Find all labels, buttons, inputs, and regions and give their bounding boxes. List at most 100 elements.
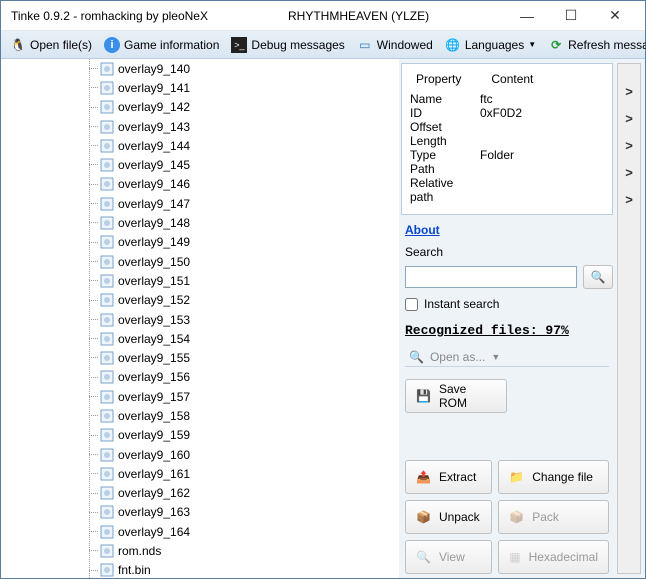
property-value: [480, 162, 604, 176]
property-row: Relative path: [410, 176, 604, 204]
open-as-button[interactable]: 🔍 Open as... ▼: [405, 346, 609, 367]
minimize-button[interactable]: —: [505, 2, 549, 30]
chevron-right-icon: >: [625, 138, 633, 153]
search-button[interactable]: 🔍: [583, 265, 613, 289]
file-icon: [99, 80, 115, 96]
tree-node[interactable]: overlay9_146: [81, 175, 399, 194]
globe-icon: 🌐: [445, 37, 461, 53]
file-icon: [99, 466, 115, 482]
property-row: Path: [410, 162, 604, 176]
tree-node[interactable]: overlay9_156: [81, 368, 399, 387]
tree-node[interactable]: overlay9_159: [81, 426, 399, 445]
tree-node[interactable]: overlay9_150: [81, 252, 399, 271]
property-row: Length: [410, 134, 604, 148]
magnifier-icon: 🔍: [409, 350, 424, 364]
search-label: Search: [401, 243, 613, 259]
about-link[interactable]: About: [401, 221, 613, 237]
file-icon: [99, 215, 115, 231]
chevron-right-icon: >: [625, 192, 633, 207]
tree-node-label: overlay9_162: [118, 486, 190, 500]
instant-search-checkbox[interactable]: [405, 298, 418, 311]
folder-icon: 📁: [509, 470, 524, 484]
tree-node[interactable]: overlay9_148: [81, 213, 399, 232]
property-key: Length: [410, 134, 480, 148]
chevron-right-icon: >: [625, 84, 633, 99]
search-input[interactable]: [405, 266, 577, 288]
tree-node[interactable]: overlay9_152: [81, 291, 399, 310]
tree-node[interactable]: overlay9_153: [81, 310, 399, 329]
game-info-button[interactable]: i Game information: [99, 35, 224, 55]
hex-button[interactable]: ▦ Hexadecimal: [498, 540, 609, 574]
tree-node[interactable]: overlay9_161: [81, 464, 399, 483]
change-file-button[interactable]: 📁 Change file: [498, 460, 609, 494]
maximize-button[interactable]: ☐: [549, 2, 593, 30]
tree-node[interactable]: overlay9_155: [81, 348, 399, 367]
property-key: Offset: [410, 120, 480, 134]
tree-node[interactable]: overlay9_149: [81, 233, 399, 252]
tree-node[interactable]: overlay9_147: [81, 194, 399, 213]
refresh-button[interactable]: ⟳ Refresh messages: [543, 35, 646, 55]
tree-node-label: overlay9_143: [118, 120, 190, 134]
tree-node-label: overlay9_146: [118, 177, 190, 191]
file-icon: [99, 350, 115, 366]
extract-button[interactable]: 📤 Extract: [405, 460, 492, 494]
tree-node[interactable]: overlay9_143: [81, 117, 399, 136]
tree-node[interactable]: overlay9_154: [81, 329, 399, 348]
windowed-button[interactable]: ▭ Windowed: [352, 35, 438, 55]
tree-node[interactable]: overlay9_163: [81, 503, 399, 522]
close-button[interactable]: ✕: [593, 2, 637, 30]
tree-node[interactable]: overlay9_160: [81, 445, 399, 464]
open-files-button[interactable]: 🐧 Open file(s): [5, 35, 97, 55]
tree-node-label: overlay9_161: [118, 467, 190, 481]
tree-node[interactable]: overlay9_162: [81, 484, 399, 503]
property-row: TypeFolder: [410, 148, 604, 162]
file-icon: [99, 408, 115, 424]
tree-node-label: overlay9_154: [118, 332, 190, 346]
extract-icon: 📤: [416, 470, 431, 484]
chevron-right-icon: >: [625, 165, 633, 180]
debug-button[interactable]: >_ Debug messages: [226, 35, 349, 55]
tree-node-label: overlay9_148: [118, 216, 190, 230]
property-value: Folder: [480, 148, 604, 162]
tree-node[interactable]: overlay9_140: [81, 59, 399, 78]
property-key: Relative path: [410, 176, 480, 204]
tree-node-label: overlay9_152: [118, 293, 190, 307]
pack-button[interactable]: 📦 Pack: [498, 500, 609, 534]
chevron-down-icon: ▼: [528, 40, 536, 49]
languages-button[interactable]: 🌐 Languages ▼: [440, 35, 541, 55]
property-row: Nameftc: [410, 92, 604, 106]
file-icon: [99, 389, 115, 405]
file-icon: [99, 61, 115, 77]
tree-node[interactable]: overlay9_151: [81, 271, 399, 290]
tree-node-label: overlay9_158: [118, 409, 190, 423]
file-icon: [99, 331, 115, 347]
file-icon: [99, 562, 115, 578]
view-button[interactable]: 🔍 View: [405, 540, 492, 574]
tree-node[interactable]: overlay9_141: [81, 78, 399, 97]
file-icon: [99, 543, 115, 559]
tree-node[interactable]: rom.nds: [81, 541, 399, 560]
file-tree[interactable]: overlay9_140 overlay9_141 overlay9_142over…: [1, 59, 399, 578]
terminal-icon: >_: [231, 37, 247, 53]
tree-node[interactable]: overlay9_158: [81, 406, 399, 425]
side-scroller[interactable]: > > > > >: [617, 63, 641, 574]
tree-node[interactable]: overlay9_145: [81, 155, 399, 174]
save-rom-button[interactable]: 💾 Save ROM: [405, 379, 507, 413]
tree-node[interactable]: overlay9_144: [81, 136, 399, 155]
file-icon: [99, 176, 115, 192]
tree-node[interactable]: fnt.bin: [81, 561, 399, 578]
unpack-button[interactable]: 📦 Unpack: [405, 500, 492, 534]
file-icon: [99, 369, 115, 385]
tree-node[interactable]: overlay9_142: [81, 98, 399, 117]
prop-header-property: Property: [410, 68, 467, 90]
unpack-icon: 📦: [416, 510, 431, 524]
tree-node-label: overlay9_153: [118, 313, 190, 327]
file-icon: [99, 273, 115, 289]
tree-node[interactable]: overlay9_157: [81, 387, 399, 406]
tree-node-label: overlay9_141: [118, 81, 190, 95]
property-value: [480, 134, 604, 148]
tree-node-label: overlay9_163: [118, 505, 190, 519]
tree-node[interactable]: overlay9_164: [81, 522, 399, 541]
tree-node-label: overlay9_142: [118, 100, 190, 114]
property-value: [480, 120, 604, 134]
